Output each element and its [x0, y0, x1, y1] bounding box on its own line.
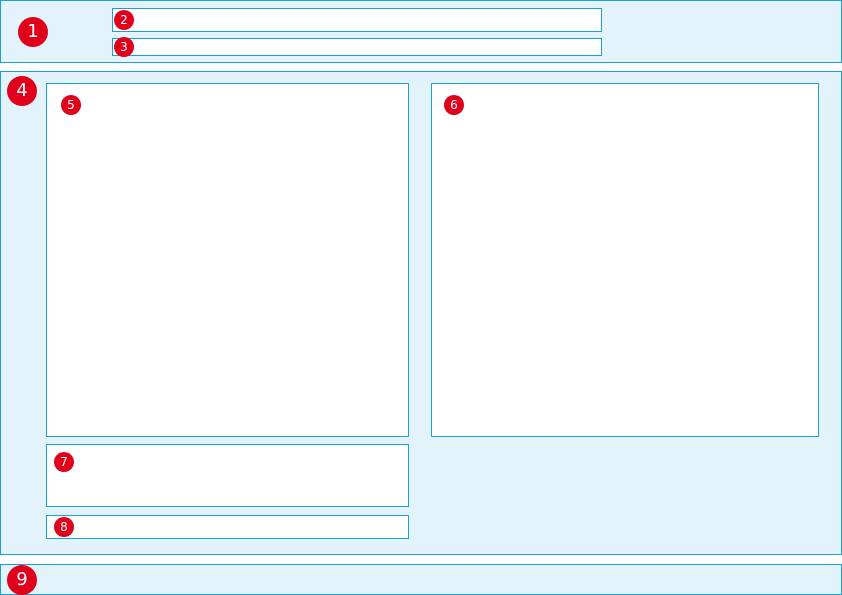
right-panel-region: 6: [431, 83, 819, 437]
caption-bar-marker: 8: [54, 517, 74, 537]
header-region: 1 2 3: [0, 0, 842, 63]
subtitle-bar-marker: 3: [114, 37, 134, 57]
title-bar-marker: 2: [114, 10, 134, 30]
title-bar-region: 2: [112, 8, 602, 32]
caption-box-marker: 7: [54, 452, 74, 472]
header-marker: 1: [18, 17, 48, 47]
footer-region: 9: [0, 564, 842, 595]
right-panel-marker: 6: [444, 95, 464, 115]
layout-diagram: 1 2 3 4 5 6 7 8 9: [0, 0, 842, 595]
caption-bar-region: 8: [46, 515, 409, 539]
subtitle-bar-region: 3: [112, 37, 602, 57]
left-panel-marker: 5: [61, 95, 81, 115]
caption-box-region: 7: [46, 444, 409, 507]
footer-marker: 9: [7, 565, 37, 595]
content-marker: 4: [7, 76, 37, 106]
left-panel-region: 5: [46, 83, 409, 437]
